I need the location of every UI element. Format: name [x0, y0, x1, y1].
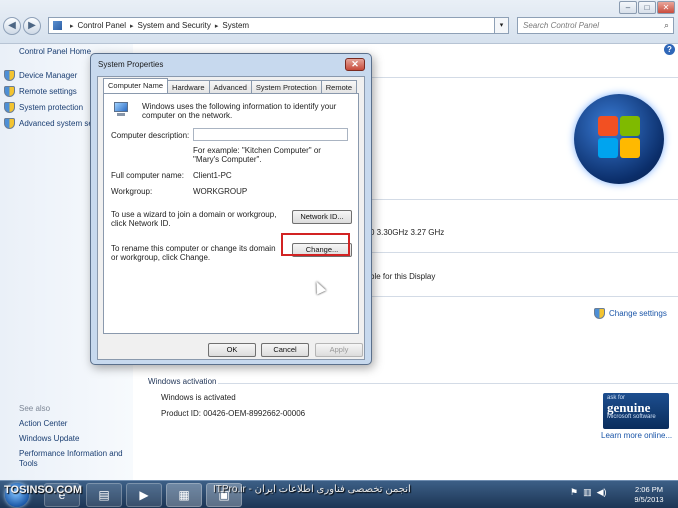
network-id-text: To use a wizard to join a domain or work…	[111, 210, 277, 228]
tab-remote[interactable]: Remote	[320, 80, 358, 93]
tab-system-protection[interactable]: System Protection	[250, 80, 322, 93]
badge-mid-text: Microsoft	[607, 414, 632, 420]
dialog-close-button[interactable]: ✕	[345, 58, 365, 71]
forward-button[interactable]: ▶	[23, 17, 41, 35]
change-settings-link[interactable]: Change settings	[594, 308, 667, 319]
shield-icon	[4, 118, 15, 129]
see-also-heading: See also	[19, 404, 51, 413]
control-panel-home-link[interactable]: Control Panel Home	[19, 47, 91, 56]
media-player-icon[interactable]: ▶	[126, 483, 162, 507]
computer-name-pane: Windows uses the following information t…	[103, 93, 359, 334]
shield-icon	[4, 102, 15, 113]
breadcrumb-system[interactable]: System	[222, 21, 249, 30]
intro-text: Windows uses the following information t…	[142, 102, 337, 120]
address-dropdown-icon[interactable]: ▾	[495, 17, 509, 34]
task-label: Device Manager	[19, 71, 78, 80]
close-window-button[interactable]: ✕	[657, 1, 675, 14]
minimize-button[interactable]: –	[619, 1, 637, 14]
divider	[218, 383, 678, 384]
breadcrumb-control-panel[interactable]: Control Panel	[78, 21, 126, 30]
tab-advanced[interactable]: Advanced	[208, 80, 252, 93]
change-button-highlight	[281, 233, 350, 256]
chevron-right-icon: ▸	[130, 22, 134, 30]
divider	[370, 252, 678, 253]
performance-information-link[interactable]: Performance Information and Tools	[19, 449, 129, 469]
task-label: System protection	[19, 103, 84, 112]
tab-hardware[interactable]: Hardware	[167, 80, 210, 93]
search-icon[interactable]: ⌕	[664, 20, 669, 31]
network-id-button[interactable]: Network ID...	[292, 210, 352, 224]
learn-more-link[interactable]: Learn more online...	[601, 431, 672, 440]
maximize-button[interactable]: □	[638, 1, 656, 14]
chevron-right-icon: ▸	[214, 22, 219, 30]
full-computer-name-label: Full computer name:	[111, 171, 184, 180]
search-input[interactable]: Search Control Panel ⌕	[517, 17, 674, 34]
activation-status: Windows is activated	[161, 393, 236, 402]
chevron-right-icon: ▸	[70, 22, 74, 30]
control-panel-icon	[53, 21, 62, 30]
clock-time: 2:06 PM	[635, 485, 663, 494]
dialog-title: System Properties	[98, 60, 164, 69]
computer-icon	[112, 102, 130, 118]
shield-icon	[4, 86, 15, 97]
clock-date: 9/5/2013	[634, 495, 664, 504]
breadcrumb-system-and-security[interactable]: System and Security	[138, 21, 211, 30]
dialog-client-area: Computer Name Hardware Advanced System P…	[97, 76, 365, 360]
shield-icon	[4, 70, 15, 81]
genuine-microsoft-badge[interactable]: ask for genuine Microsoft software	[603, 393, 669, 429]
system-protection-link[interactable]: System protection	[4, 102, 83, 113]
full-computer-name-value: Client1-PC	[193, 171, 232, 180]
badge-brand-text: genuine	[607, 400, 651, 415]
workgroup-value: WORKGROUP	[193, 187, 248, 196]
search-placeholder: Search Control Panel	[523, 21, 600, 30]
cancel-button[interactable]: Cancel	[261, 343, 309, 357]
divider	[370, 296, 678, 297]
processor-value: 0 3.30GHz 3.27 GHz	[370, 228, 445, 237]
tab-computer-name[interactable]: Computer Name	[103, 78, 169, 93]
ok-button[interactable]: OK	[208, 343, 256, 357]
watermark-itpro: ITPro.ir - انجمن تخصصی فناوری اطلاعات ای…	[213, 484, 411, 495]
computer-description-label: Computer description:	[111, 131, 190, 140]
navigation-bar: – □ ✕ ◀ ▶ ▸ Control Panel ▸ System and S…	[0, 0, 678, 44]
watermark-tosinso: TOSINSO.COM	[4, 484, 83, 496]
system-tray: ⚑ ▥ ◀)	[570, 487, 607, 498]
help-icon[interactable]: ?	[664, 44, 675, 55]
device-manager-link[interactable]: Device Manager	[4, 70, 77, 81]
computer-description-field[interactable]	[193, 128, 348, 141]
remote-settings-link[interactable]: Remote settings	[4, 86, 77, 97]
volume-icon[interactable]: ◀)	[597, 487, 607, 498]
back-button[interactable]: ◀	[3, 17, 21, 35]
windows-flag-icon	[598, 116, 642, 160]
divider	[370, 199, 678, 200]
badge-bottom-text: software	[633, 414, 656, 420]
action-center-flag-icon[interactable]: ⚑	[570, 487, 578, 498]
windows-update-link[interactable]: Windows Update	[19, 434, 79, 443]
shield-icon	[594, 308, 605, 319]
address-bar[interactable]: ▸ Control Panel ▸ System and Security ▸ …	[48, 17, 495, 34]
divider	[370, 77, 678, 78]
change-settings-label: Change settings	[609, 309, 667, 318]
workgroup-label: Workgroup:	[111, 187, 153, 196]
windows-activation-heading: Windows activation	[148, 377, 217, 386]
task-label: Remote settings	[19, 87, 77, 96]
apply-button: Apply	[315, 343, 363, 357]
rename-text: To rename this computer or change its do…	[111, 244, 276, 262]
system-properties-dialog: System Properties ✕ Computer Name Hardwa…	[90, 53, 372, 365]
clock[interactable]: 2:06 PM 9/5/2013	[625, 485, 673, 505]
windows-logo-icon	[574, 94, 664, 184]
pen-touch-value: ble for this Display	[370, 272, 436, 281]
description-example: For example: "Kitchen Computer" or "Mary…	[193, 146, 321, 164]
network-icon[interactable]: ▥	[583, 487, 592, 498]
product-id: Product ID: 00426-OEM-8992662-00006	[161, 409, 306, 418]
control-panel-taskbar-icon[interactable]: ▦	[166, 483, 202, 507]
file-explorer-icon[interactable]: ▤	[86, 483, 122, 507]
action-center-link[interactable]: Action Center	[19, 419, 67, 428]
tab-strip: Computer Name Hardware Advanced System P…	[103, 78, 358, 93]
